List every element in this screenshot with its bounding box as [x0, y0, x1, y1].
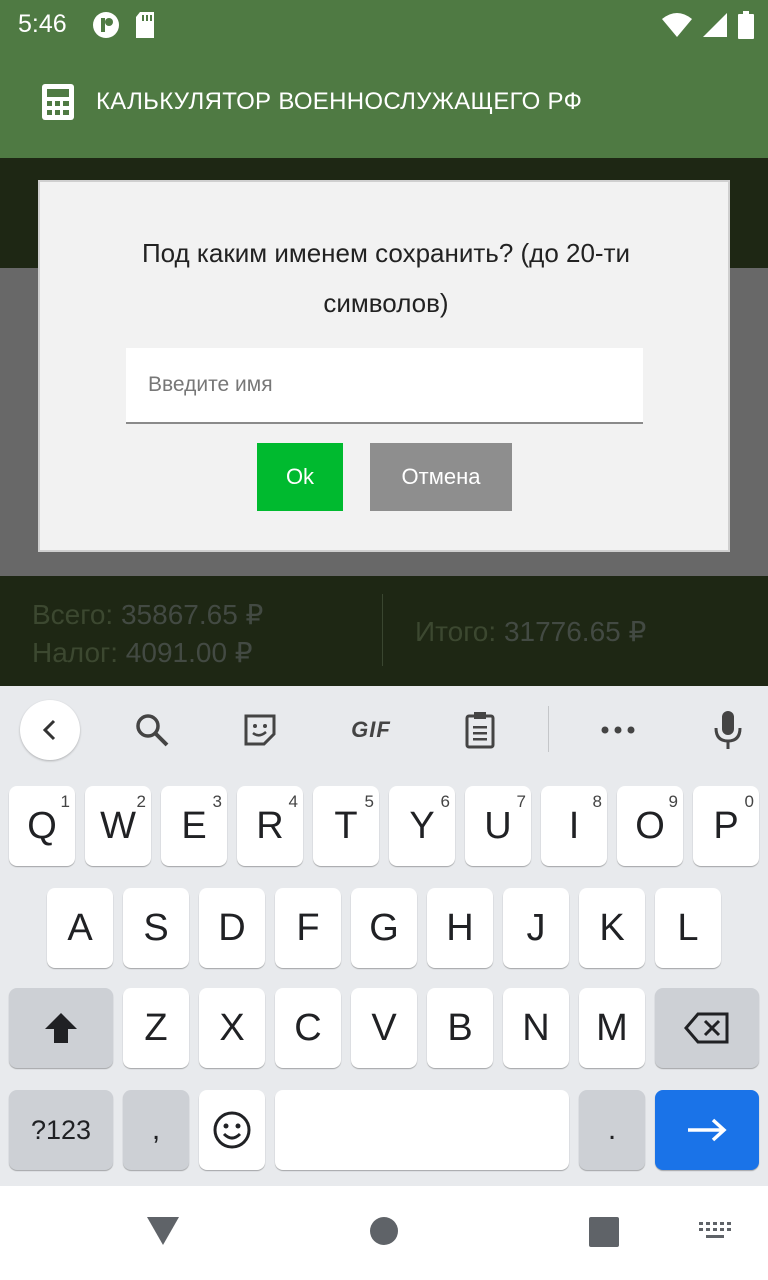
key-k[interactable]: K	[579, 888, 645, 968]
recents-square-icon[interactable]	[589, 1217, 619, 1252]
key-v[interactable]: V	[351, 988, 417, 1068]
key-f[interactable]: F	[275, 888, 341, 968]
keyboard-toolbar: GIF	[0, 686, 768, 774]
total-value: 35867.65 ₽	[120, 599, 264, 630]
emoji-icon	[213, 1111, 251, 1149]
save-dialog: Под каким именем сохранить? (до 20-ти си…	[38, 180, 730, 552]
key-t[interactable]: T5	[313, 786, 379, 866]
name-input[interactable]	[126, 348, 643, 424]
key-e[interactable]: E3	[161, 786, 227, 866]
emoji-key[interactable]	[199, 1090, 265, 1170]
p-app-icon	[92, 11, 120, 44]
battery-icon	[738, 11, 754, 44]
cancel-button[interactable]: Отмена	[370, 443, 512, 511]
tax-label: Налог:	[32, 637, 119, 668]
key-u[interactable]: U7	[465, 786, 531, 866]
key-a[interactable]: A	[47, 888, 113, 968]
key-o[interactable]: O9	[617, 786, 683, 866]
backspace-icon	[684, 1012, 729, 1044]
back-triangle-icon[interactable]	[146, 1216, 180, 1251]
tax-value: 4091.00 ₽	[125, 637, 253, 668]
key-d[interactable]: D	[199, 888, 265, 968]
total-label: Всего:	[32, 599, 114, 630]
status-time: 5:46	[18, 10, 67, 38]
key-y[interactable]: Y6	[389, 786, 455, 866]
key-l[interactable]: L	[655, 888, 721, 968]
microphone-icon[interactable]	[706, 708, 750, 752]
key-j[interactable]: J	[503, 888, 569, 968]
enter-key[interactable]	[655, 1090, 759, 1170]
status-bar: 5:46	[0, 0, 768, 50]
sticker-icon[interactable]	[238, 708, 282, 752]
key-h[interactable]: H	[427, 888, 493, 968]
backspace-key[interactable]	[655, 988, 759, 1068]
keyboard-switch-icon[interactable]	[698, 1221, 732, 1246]
key-r[interactable]: R4	[237, 786, 303, 866]
result-value: 31776.65 ₽	[503, 616, 647, 647]
dialog-title: Под каким именем сохранить? (до 20-ти си…	[141, 238, 631, 318]
key-g[interactable]: G	[351, 888, 417, 968]
key-n[interactable]: N	[503, 988, 569, 1068]
home-circle-icon[interactable]	[369, 1216, 399, 1251]
toolbar-separator	[548, 706, 549, 752]
result-label: Итого:	[415, 616, 497, 647]
summary-divider	[382, 594, 383, 666]
calculator-icon	[42, 84, 74, 125]
symbols-key[interactable]: ?123	[9, 1090, 113, 1170]
key-x[interactable]: X	[199, 988, 265, 1068]
space-bar[interactable]	[275, 1090, 569, 1170]
period-key[interactable]: .	[579, 1090, 645, 1170]
result-row: Итого: 31776.65 ₽	[415, 615, 646, 648]
app-title: КАЛЬКУЛЯТОР ВОЕННОСЛУЖАЩЕГО РФ	[96, 88, 583, 115]
key-q[interactable]: Q1	[9, 786, 75, 866]
soft-keyboard: GIF Q1 W2 E3 R4 T5 Y6 U7 I8 O9 P0 A S D …	[0, 686, 768, 1186]
key-i[interactable]: I8	[541, 786, 607, 866]
more-icon[interactable]	[596, 708, 640, 752]
ok-button[interactable]: Ok	[257, 443, 343, 511]
key-m[interactable]: M	[579, 988, 645, 1068]
gif-icon[interactable]: GIF	[346, 708, 396, 752]
shift-icon	[45, 1013, 77, 1043]
key-c[interactable]: C	[275, 988, 341, 1068]
arrow-right-icon	[688, 1118, 727, 1142]
key-z[interactable]: Z	[123, 988, 189, 1068]
key-b[interactable]: B	[427, 988, 493, 1068]
summary-panel: Всего: 35867.65 ₽ Налог: 4091.00 ₽ Итого…	[0, 576, 768, 686]
search-icon[interactable]	[130, 708, 174, 752]
back-icon[interactable]	[20, 700, 80, 760]
key-s[interactable]: S	[123, 888, 189, 968]
shift-key[interactable]	[9, 988, 113, 1068]
clipboard-icon[interactable]	[458, 708, 502, 752]
sd-card-icon	[134, 11, 156, 44]
comma-key[interactable]: ,	[123, 1090, 189, 1170]
key-p[interactable]: P0	[693, 786, 759, 866]
key-w[interactable]: W2	[85, 786, 151, 866]
app-bar: КАЛЬКУЛЯТОР ВОЕННОСЛУЖАЩЕГО РФ	[0, 50, 768, 158]
navigation-bar	[0, 1186, 768, 1280]
tax-row: Налог: 4091.00 ₽	[32, 634, 263, 672]
signal-icon	[702, 12, 728, 43]
wifi-icon	[662, 12, 692, 43]
total-row: Всего: 35867.65 ₽	[32, 596, 263, 634]
